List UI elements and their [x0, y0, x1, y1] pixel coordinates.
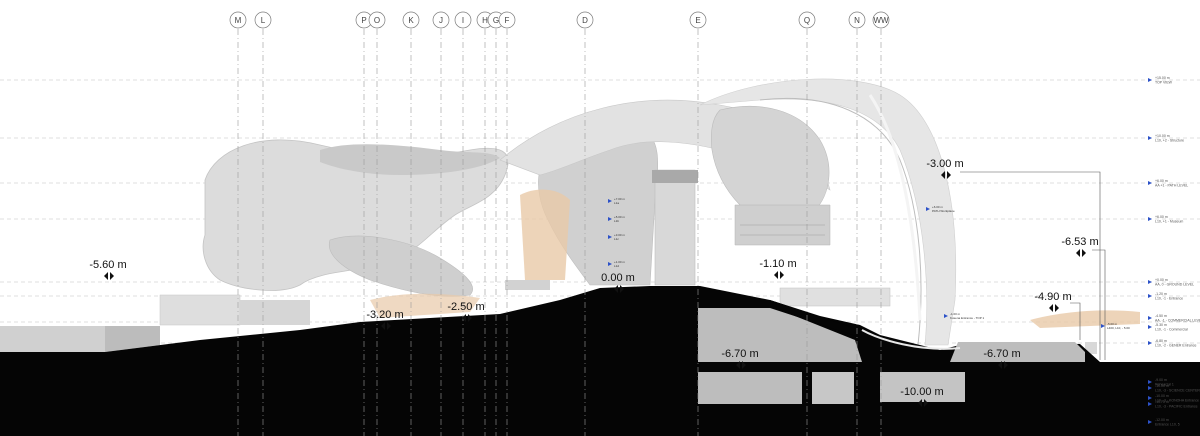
level-tag-arrow	[1148, 316, 1152, 320]
grid-label: F	[505, 16, 510, 25]
level-tag-name: AA, -1 - COMMERCIAL LEVEL	[1155, 319, 1200, 323]
inner-tag-name: L1c	[614, 237, 619, 241]
level-mark-text: -10.00 m	[900, 386, 943, 398]
grid-label: L	[261, 16, 266, 25]
level-tag-value: -9.00 m	[1155, 378, 1167, 382]
level-tag-value: -6.80 m	[1155, 339, 1167, 343]
grid-label: D	[582, 16, 588, 25]
grid-label: I	[462, 16, 464, 25]
grid-label: K	[408, 16, 414, 25]
level-tag-value: +6.00 m	[1155, 215, 1168, 219]
level-tag-name: L10, -3 - SCIENCE CENTER	[1155, 389, 1200, 393]
tower-cap	[652, 170, 698, 183]
basement-room-2	[812, 372, 854, 404]
level-tag-name: AA +1 - PATH LEVEL	[1155, 184, 1188, 188]
level-tag-name: TOP VIEW	[1155, 81, 1173, 85]
level-tag-name: L10, +1 - Museum	[1155, 220, 1183, 224]
level-tag-value: +6.00 m	[1155, 179, 1168, 183]
grid-label: M	[235, 16, 242, 25]
level-tag-value: -10.00 m	[1155, 394, 1169, 398]
level-mark-symbol	[774, 271, 784, 279]
tower-block	[654, 169, 696, 286]
level-tag-arrow	[1148, 341, 1152, 345]
level-mark-text: -4.90 m	[1034, 291, 1071, 303]
level-tag-value: -12.00 m	[1155, 418, 1169, 422]
inner-tag-name: L400, L10, - 5.00	[1107, 326, 1130, 330]
level-mark-text: -3.00 m	[926, 158, 963, 170]
level-tag-value: -4.50 m	[1155, 314, 1167, 318]
inner-tag-name: Kusena Entrance - TOP 1	[950, 316, 985, 320]
level-mark-text: -1.10 m	[759, 258, 796, 270]
level-tag-arrow	[1148, 280, 1152, 284]
inner-tag-name: PATH Workplane	[932, 209, 955, 213]
level-mark-text: -6.70 m	[721, 348, 758, 360]
level-mark-text: -6.53 m	[1061, 236, 1098, 248]
grid-label: Q	[804, 16, 810, 25]
grid-label: O	[374, 16, 380, 25]
right-wing-shell	[710, 105, 830, 217]
left-lower-wing	[328, 235, 473, 297]
level-tag-value: -10.00 m	[1155, 384, 1169, 388]
level-mark-text: -5.60 m	[89, 259, 126, 271]
level-tag-value: +10.00 m	[1155, 134, 1170, 138]
grid-label: H	[482, 16, 488, 25]
inner-tag-name: L1d	[614, 264, 619, 268]
grid-label: J	[439, 16, 443, 25]
inner-tag-name: L1b	[614, 219, 619, 223]
level-tag-value: -1.20 m	[1155, 292, 1167, 296]
level-mark-text: -6.70 m	[983, 348, 1020, 360]
level-tag-name: L10, -1 - Commercial	[1155, 328, 1188, 332]
level-tag-arrow	[1148, 78, 1152, 82]
level-tag-value: +0.00 m	[1155, 278, 1168, 282]
level-mark-symbol	[1049, 304, 1059, 312]
level-tag-arrow	[1148, 217, 1152, 221]
accent-timber-left	[520, 189, 570, 280]
level-tag-arrow	[1148, 294, 1152, 298]
grid-label: G	[493, 16, 499, 25]
level-tag-name: L10, -2 - GENER Entrance	[1155, 344, 1196, 348]
level-tag-value: -10.70 m	[1155, 400, 1169, 404]
level-mark-text: 0.00 m	[601, 272, 635, 284]
grid-label: E	[695, 16, 700, 25]
level-tag-arrow	[1148, 325, 1152, 329]
level-tag-name: L10, -1 - Entrance	[1155, 297, 1183, 301]
level-mark-symbol	[104, 272, 114, 280]
leader-line	[960, 171, 1101, 360]
level-tag-name: AA, 0 - GROUND LEVEL	[1155, 283, 1194, 287]
level-tag-arrow	[1148, 136, 1152, 140]
section-drawing: M L P O K J I H G F D E Q N WW -5.60 m -3.20 m -2.50 m 0.…	[0, 0, 1200, 436]
level-mark-text: -3.20 m	[366, 309, 403, 321]
grid-label: WW	[873, 16, 889, 25]
section-canvas: M L P O K J I H G F D E Q N WW -5.60 m -3.20 m -2.50 m 0.…	[0, 11, 1200, 436]
grid-label: N	[854, 16, 860, 25]
basement-room-1	[698, 372, 802, 404]
grid-label: P	[361, 16, 366, 25]
level-mark-text: -2.50 m	[447, 301, 484, 313]
level-mark-symbol	[1076, 249, 1086, 257]
level-tag-name: L10, +2 - Structure	[1155, 139, 1184, 143]
level-tag-name: Entrance L10, 5	[1155, 423, 1180, 427]
level-tag-value: -5.30 m	[1155, 323, 1167, 327]
level-tag-value: +15.00 m	[1155, 76, 1170, 80]
level-tag-name: L10, -3 - PACIFIC Entrance	[1155, 405, 1198, 409]
inner-tag-name: L1a	[614, 201, 619, 205]
level-tag-arrow	[1148, 181, 1152, 185]
